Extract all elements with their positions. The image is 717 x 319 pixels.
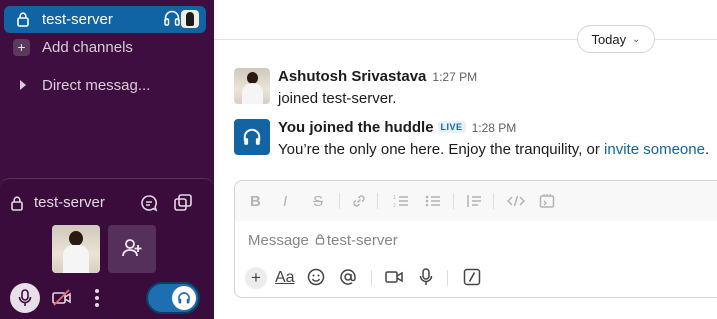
invite-someone-link[interactable]: invite someone — [604, 141, 705, 158]
huddle-participant-avatar — [181, 10, 199, 28]
microphone-icon[interactable] — [419, 268, 433, 291]
add-person-icon — [122, 239, 142, 257]
svg-text:2: 2 — [393, 203, 396, 209]
pop-out-window-icon[interactable] — [173, 193, 193, 218]
message-timestamp[interactable]: 1:28 PM — [472, 121, 517, 135]
huddle-panel: test-server — [0, 178, 214, 319]
chevron-down-icon: ⌄ — [632, 33, 641, 45]
plus-icon: + — [13, 38, 30, 56]
huddle-channel-name: test-server — [34, 194, 105, 211]
lock-icon — [10, 195, 24, 216]
date-divider-button[interactable]: Today ⌄ — [577, 25, 655, 53]
message-author-line: Ashutosh Srivastava 1:27 PM — [278, 68, 477, 85]
code-block-icon[interactable] — [539, 193, 555, 213]
svg-text:1: 1 — [393, 195, 396, 201]
participant-avatar[interactable] — [52, 225, 100, 273]
text-format-button[interactable]: Aa — [275, 269, 295, 287]
microphone-icon — [18, 289, 32, 306]
sidebar: test-server + Add channels Direct messag… — [0, 0, 214, 319]
headphones-icon — [243, 128, 261, 145]
huddle-thread-icon[interactable] — [139, 193, 159, 218]
message-timestamp[interactable]: 1:27 PM — [432, 70, 477, 84]
message-text-line: You’re the only one here. Enjoy the tran… — [278, 141, 709, 158]
italic-icon[interactable]: I — [283, 193, 287, 210]
add-channels-label: Add channels — [42, 38, 133, 56]
message-author-line: You joined the huddle LIVE 1:28 PM — [278, 119, 516, 136]
formatting-toolbar: B I S 12 — [235, 181, 717, 221]
message-placeholder-prefix: Message — [248, 232, 309, 249]
huddle-avatar — [234, 119, 270, 155]
video-off-icon[interactable] — [52, 289, 72, 312]
mic-button[interactable] — [10, 283, 40, 313]
strikethrough-icon[interactable]: S — [313, 193, 323, 210]
lock-icon — [315, 232, 325, 249]
live-badge: LIVE — [437, 121, 466, 133]
invite-person-button[interactable] — [108, 225, 156, 273]
message-composer[interactable]: B I S 12 Message test-server + Aa — [234, 180, 717, 298]
sidebar-item-label: test-server — [42, 11, 113, 28]
direct-messages-label: Direct messag... — [42, 76, 151, 94]
user-avatar[interactable] — [234, 68, 270, 104]
date-divider-label: Today — [591, 31, 627, 47]
blockquote-icon[interactable] — [466, 193, 482, 213]
huddle-toggle[interactable] — [146, 282, 200, 314]
code-icon[interactable] — [506, 193, 526, 213]
mention-icon[interactable] — [339, 268, 357, 291]
video-clip-icon[interactable] — [385, 269, 403, 290]
message-text: joined test-server. — [278, 90, 397, 107]
headphones-icon[interactable] — [163, 9, 181, 32]
bulleted-list-icon[interactable] — [425, 193, 441, 213]
slash-command-icon[interactable] — [463, 268, 481, 291]
link-icon[interactable] — [351, 193, 367, 213]
message-placeholder-channel: test-server — [326, 232, 398, 249]
message-text: You’re the only one here. Enjoy the tran… — [278, 141, 600, 158]
bold-icon[interactable]: B — [250, 193, 261, 210]
add-channels-button[interactable]: + Add channels — [13, 37, 133, 57]
lock-icon — [16, 11, 30, 32]
message-input[interactable]: Message test-server — [248, 232, 398, 249]
message-pane: Today ⌄ Ashutosh Srivastava 1:27 PM joine… — [214, 0, 717, 319]
message-author[interactable]: Ashutosh Srivastava — [278, 68, 426, 85]
huddle-title: You joined the huddle — [278, 119, 434, 136]
direct-messages-section[interactable]: Direct messag... — [20, 75, 150, 95]
emoji-icon[interactable] — [307, 268, 325, 291]
more-options-icon[interactable] — [93, 288, 101, 313]
caret-right-icon — [20, 80, 26, 90]
sidebar-item-test-server[interactable]: test-server — [4, 6, 206, 33]
attach-plus-button[interactable]: + — [245, 267, 267, 289]
headphones-icon — [178, 292, 190, 304]
message-text-end: . — [704, 141, 710, 158]
ordered-list-icon[interactable]: 12 — [393, 193, 409, 213]
